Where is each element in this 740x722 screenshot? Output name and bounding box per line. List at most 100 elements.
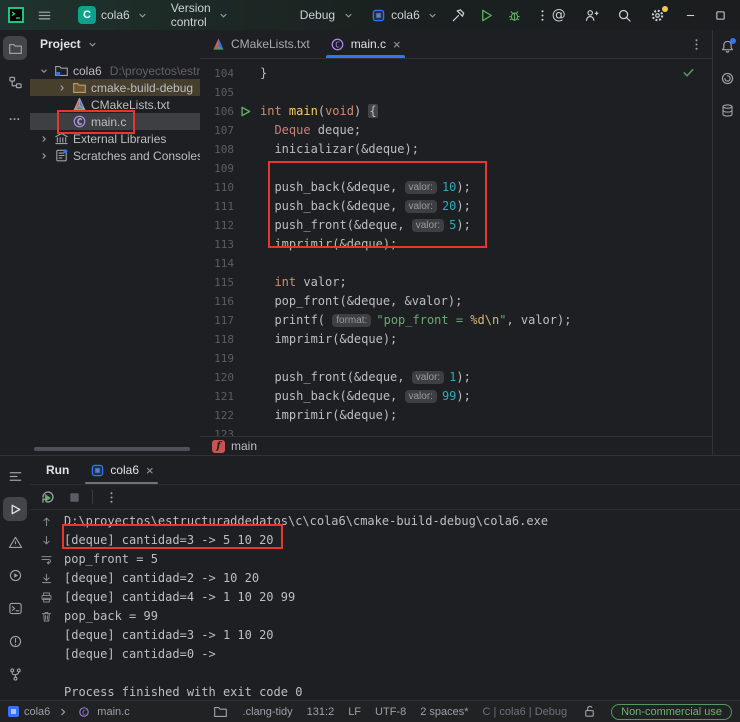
terminal-toolwindow-button[interactable] [3,596,27,620]
code-line-120: 120 push_front(&deque, valor:1); [200,368,712,387]
inspections-toolwindow-button[interactable] [3,629,27,653]
titlebar: C cola6 Version control Debug cola6 @ [0,0,740,31]
chevron-right-icon[interactable] [38,150,50,162]
build-hammer-icon[interactable] [451,7,467,23]
console[interactable]: D:\proyectos\estructuraddedatos\c\cola6\… [30,508,740,701]
chevron-down-icon[interactable] [38,65,50,77]
tree-item-cmakelists-txt[interactable]: CMakeLists.txt [30,96,200,113]
run-button-icon[interactable] [479,7,495,23]
add-user-icon[interactable] [584,7,600,23]
scroll-to-end-icon[interactable] [37,569,56,588]
breadcrumb-function[interactable]: main [231,439,257,453]
ai-widget-icon[interactable]: @ [551,7,567,23]
close-button[interactable] [736,0,740,30]
folder-icon [7,40,23,56]
clear-trash-icon[interactable] [37,607,56,626]
tabbar-more-button[interactable] [688,30,712,58]
run-tab-cola6[interactable]: cola6 × [81,456,161,484]
line-number: 113 [200,235,234,254]
encoding-widget[interactable]: UTF-8 [375,706,406,718]
tree-item-cmake-build-debug[interactable]: cmake-build-debug [30,79,200,96]
more-actions-icon[interactable] [535,7,551,23]
gutter-slot [234,216,256,235]
print-icon[interactable] [37,588,56,607]
vcs-widget[interactable]: Version control [165,0,238,32]
close-tab-icon[interactable]: × [393,37,401,52]
gutter-slot [234,387,256,406]
run-tabbar: Run cola6 × [30,456,740,484]
rerun-button[interactable] [40,489,56,505]
more-options-icon[interactable] [103,489,119,505]
git-toolwindow-button[interactable] [3,662,27,686]
line-separator-widget[interactable]: LF [348,706,361,718]
caret-position-widget[interactable]: 131:2 [307,706,335,718]
line-number: 115 [200,273,234,292]
tab-cmakelists[interactable]: CMakeLists.txt [200,30,320,58]
inspection-ok-icon[interactable] [680,64,696,80]
run-line-icon[interactable] [234,102,256,121]
unlock-icon[interactable] [581,704,597,720]
project-widget[interactable]: C cola6 [72,3,157,27]
run-panel: Run cola6 × D:\proyectos\estructuradded [30,455,740,701]
chevron-down-icon [425,7,441,23]
main-menu-button[interactable] [30,4,58,26]
up-arrow-icon[interactable] [37,512,56,531]
inlay-hint: valor: [412,371,444,384]
line-number: 106 [200,102,234,121]
folder-icon[interactable] [213,704,229,720]
close-tab-icon[interactable]: × [146,463,154,478]
license-badge[interactable]: Non-commercial use [611,704,732,720]
ai-assistant-icon[interactable] [719,70,735,86]
project-horizontal-scrollbar[interactable] [34,447,190,451]
editor: CMakeLists.txt C main.c × 104}105106int … [200,30,712,455]
code-area[interactable]: 104}105106int main(void) {107 Deque dequ… [200,59,712,438]
soft-wrap-icon[interactable] [37,550,56,569]
project-panel-header[interactable]: Project [30,30,200,58]
line-number: 105 [200,83,234,102]
line-number: 108 [200,140,234,159]
toolchain-widget[interactable]: C | cola6 | Debug [483,706,568,718]
gutter-slot [234,178,256,197]
tab-main-c[interactable]: C main.c × [320,30,411,58]
maximize-button[interactable] [706,0,736,30]
tree-item-external-libraries[interactable]: External Libraries [30,130,200,147]
indent-widget[interactable]: 2 spaces* [420,706,468,718]
gutter-slot [234,197,256,216]
bookmarks-list-button[interactable] [3,464,27,488]
notifications-bell-icon[interactable] [719,38,735,54]
c-project-icon: C [78,6,96,24]
chevron-down-icon [135,7,151,23]
settings-gear-icon[interactable] [650,7,666,23]
tree-item-scratches-and-consoles[interactable]: Scratches and Consoles [30,147,200,164]
search-icon[interactable] [617,7,633,23]
debug-bug-icon[interactable] [507,7,523,23]
clang-tidy-widget[interactable]: .clang-tidy [243,706,293,718]
tree-item-cola6[interactable]: cola6D:\proyectos\estructura [30,62,200,79]
run-config-selector[interactable]: cola6 [364,4,447,26]
git-branch-icon [7,666,23,682]
down-arrow-icon[interactable] [37,531,56,550]
clion-logo[interactable] [0,4,30,26]
line-number: 120 [200,368,234,387]
inlay-hint: valor: [405,181,437,194]
statusbar-breadcrumb[interactable]: cola6 C main.c [8,704,130,720]
chevron-right-icon[interactable] [56,82,68,94]
circled-play-icon [7,567,23,583]
services-toolwindow-button[interactable] [3,563,27,587]
warning-triangle-icon [7,534,23,550]
stop-button[interactable] [66,489,82,505]
more-toolwindows-button[interactable]: … [3,104,27,128]
database-icon[interactable] [719,102,735,118]
console-line: [deque] cantidad=3 -> 5 10 20 [64,531,736,550]
minimize-button[interactable] [676,0,706,30]
tree-item-main-c[interactable]: Cmain.c [30,113,200,130]
project-toolwindow-button[interactable] [3,36,27,60]
run-toolwindow-button[interactable] [3,497,27,521]
problems-toolwindow-button[interactable] [3,530,27,554]
line-number: 116 [200,292,234,311]
chevron-right-icon[interactable] [38,133,50,145]
run-config-icon [89,462,105,478]
build-config-selector[interactable]: Debug [294,4,362,26]
structure-toolwindow-button[interactable] [3,70,27,94]
library-icon [53,131,70,146]
